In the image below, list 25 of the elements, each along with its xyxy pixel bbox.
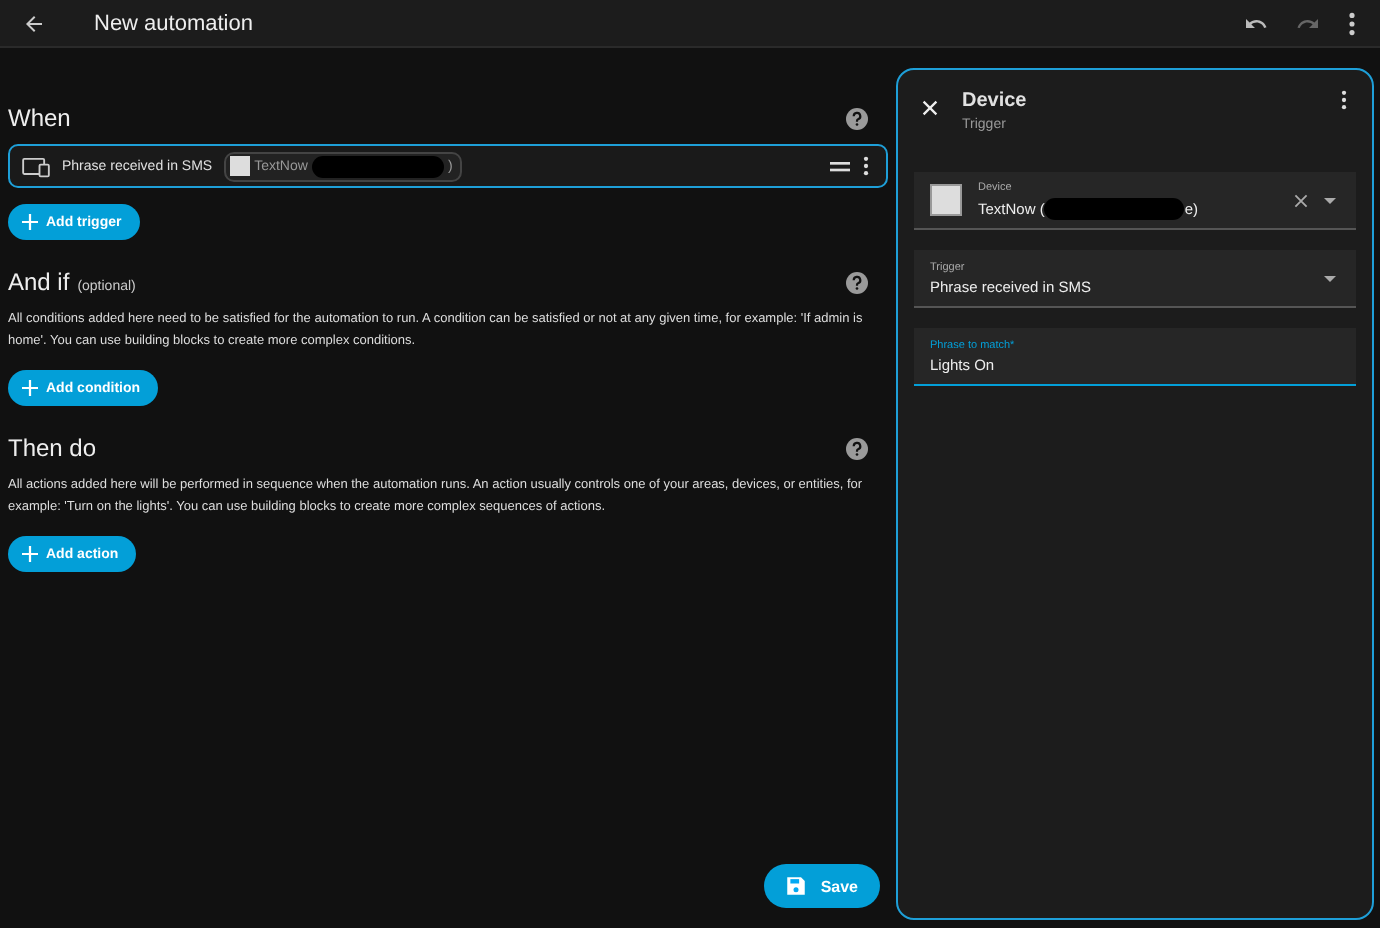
section-title: Then do [8, 434, 97, 462]
help-icon[interactable] [846, 107, 868, 129]
close-icon[interactable] [922, 100, 938, 116]
redaction-mark [1044, 197, 1185, 219]
drag-handle-icon[interactable] [830, 161, 850, 171]
help-icon[interactable] [846, 437, 868, 459]
more-icon[interactable] [862, 156, 870, 176]
window-title: New automation [94, 11, 253, 35]
device-thumbnail-icon [230, 156, 251, 176]
dropdown-caret-icon[interactable] [1324, 197, 1336, 203]
redaction-mark [311, 155, 444, 177]
plus-icon [22, 214, 38, 230]
device-thumbnail-icon [930, 184, 962, 216]
clear-icon[interactable] [1294, 193, 1308, 207]
plus-icon [22, 546, 38, 562]
section-title: When [8, 104, 71, 132]
panel-title: Device [962, 90, 1027, 112]
section-title: And if [8, 268, 70, 296]
plus-icon [22, 380, 38, 396]
more-icon[interactable] [1348, 11, 1356, 35]
help-icon[interactable] [846, 271, 868, 293]
dropdown-caret-icon[interactable] [1324, 275, 1336, 281]
device-icon [22, 155, 50, 177]
more-icon[interactable] [1340, 90, 1348, 110]
back-icon[interactable] [22, 11, 46, 35]
